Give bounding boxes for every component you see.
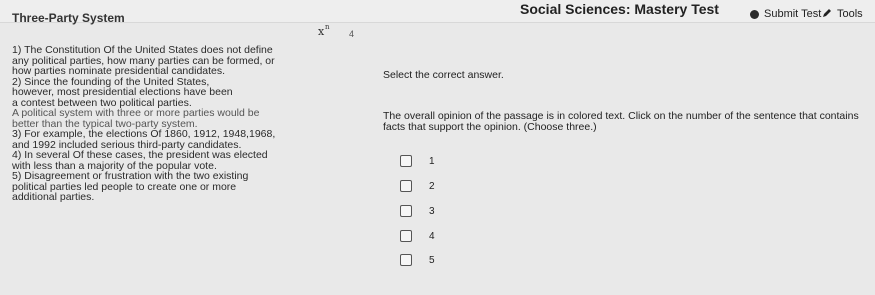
svg-text:x: x — [318, 25, 325, 38]
checkbox[interactable] — [400, 254, 412, 266]
submit-dot-icon — [750, 9, 759, 19]
submit-test-label: Submit Test — [764, 8, 822, 20]
checkbox[interactable] — [400, 180, 412, 192]
answer-option-2[interactable]: 2 — [400, 179, 435, 193]
checkbox[interactable] — [400, 230, 412, 242]
top-bar: Three-Party System Social Sciences: Mast… — [0, 0, 875, 25]
passage-line: however, most presidential elections hav… — [12, 86, 233, 98]
option-label: 1 — [429, 155, 435, 167]
option-label: 4 — [429, 230, 435, 242]
passage-opinion-line: A political system with three or more pa… — [12, 107, 260, 119]
svg-text:n: n — [325, 23, 330, 31]
app-title: Three-Party System — [12, 11, 125, 25]
option-label: 5 — [429, 254, 435, 266]
checkbox[interactable] — [400, 205, 412, 217]
test-title: Social Sciences: Mastery Test — [520, 1, 719, 17]
question-number: 4 — [349, 29, 355, 39]
passage-line: 5) Disagreement or frustration with the … — [12, 170, 249, 182]
pencil-icon — [822, 8, 832, 21]
tools-button[interactable]: Tools — [822, 6, 863, 22]
option-label: 2 — [429, 180, 435, 192]
passage-line: 4) In several Of these cases, the presid… — [12, 149, 268, 161]
tools-label: Tools — [837, 8, 863, 20]
passage-line: additional parties. — [12, 191, 95, 203]
answer-option-3[interactable]: 3 — [400, 204, 435, 218]
answer-option-4[interactable]: 4 — [400, 229, 435, 243]
passage-line: how parties nominate presidential candid… — [12, 65, 226, 77]
option-label: 3 — [429, 205, 435, 217]
passage-line: 1) The Constitution Of the United States… — [12, 44, 273, 56]
question-prompt: The overall opinion of the passage is in… — [383, 110, 859, 133]
passage: 1) The Constitution Of the United States… — [12, 45, 357, 203]
passage-line: 3) For example, the elections Of 1860, 1… — [12, 128, 276, 140]
instruction-text: Select the correct answer. — [383, 69, 504, 81]
answer-option-1[interactable]: 1 — [400, 154, 435, 168]
answer-option-5[interactable]: 5 — [400, 253, 435, 267]
math-symbol-icon[interactable]: x n — [316, 22, 336, 38]
checkbox[interactable] — [400, 155, 412, 167]
submit-test-button[interactable]: Submit Test — [750, 6, 821, 22]
